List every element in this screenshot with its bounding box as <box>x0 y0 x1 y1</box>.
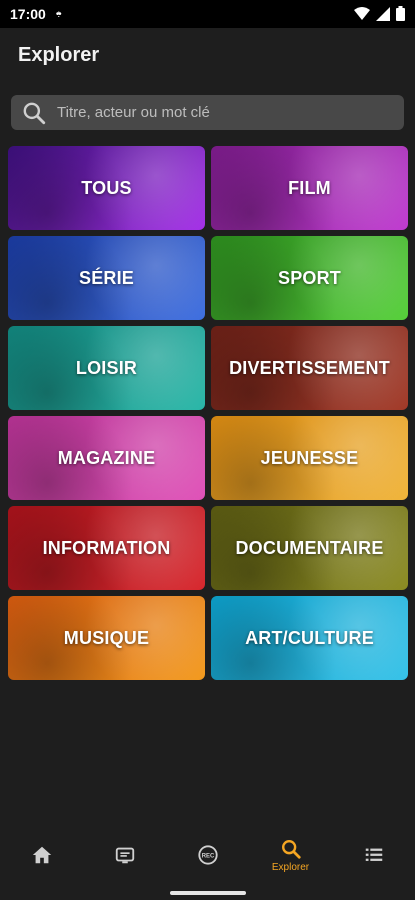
tv-guide-icon <box>115 847 134 864</box>
bottom-nav: REC Explorer <box>0 830 415 882</box>
category-label: MUSIQUE <box>63 627 150 648</box>
category-label: INFORMATION <box>42 537 171 558</box>
category-tile[interactable]: ART/CULTURE <box>211 596 408 680</box>
category-tile[interactable]: FILM <box>211 146 408 230</box>
category-label: MAGAZINE <box>57 447 156 468</box>
category-tile[interactable]: JEUNESSE <box>211 416 408 500</box>
nav-label: Explorer <box>271 862 310 873</box>
nav-item-home[interactable] <box>12 830 72 866</box>
svg-text:REC: REC <box>201 853 214 859</box>
category-grid: TOUS FILM SÉRIE SPORT LOISIR DIVERTISSEMENT MA… <box>8 146 408 680</box>
category-label: DOCUMENTAIRE <box>235 537 384 558</box>
home-icon <box>32 846 51 864</box>
category-tile[interactable]: DOCUMENTAIRE <box>211 506 408 590</box>
explorer-screen: 17:00 •:• Explorer TOUS FILM SÉRIE SPORT LOI… <box>0 0 415 900</box>
wifi-icon <box>354 6 370 20</box>
notification-icon: •:• <box>55 8 62 20</box>
search-bar[interactable] <box>11 95 404 130</box>
category-label: SPORT <box>277 267 341 288</box>
category-tile[interactable]: TOUS <box>8 146 205 230</box>
status-time: 17:00 <box>10 6 46 22</box>
category-tile[interactable]: SÉRIE <box>8 236 205 320</box>
search-input[interactable] <box>55 103 379 122</box>
category-label: LOISIR <box>75 357 138 378</box>
category-label: ART/CULTURE <box>245 627 374 648</box>
battery-icon <box>396 6 405 21</box>
category-label: JEUNESSE <box>260 447 359 468</box>
category-tile[interactable]: MAGAZINE <box>8 416 205 500</box>
search-icon <box>23 102 46 124</box>
category-tile[interactable]: INFORMATION <box>8 506 205 590</box>
category-tile[interactable]: LOISIR <box>8 326 205 410</box>
nav-item-search[interactable]: Explorer <box>261 830 321 873</box>
nav-item-list[interactable] <box>344 830 404 866</box>
signal-icon <box>376 6 390 21</box>
list-icon <box>365 848 382 861</box>
category-tile[interactable]: DIVERTISSEMENT <box>211 326 408 410</box>
nav-item-rec[interactable]: REC <box>178 830 238 866</box>
status-bar: 17:00 •:• <box>0 0 415 28</box>
home-indicator[interactable] <box>170 891 246 895</box>
page-title: Explorer <box>18 44 100 66</box>
rec-icon: REC <box>197 845 218 865</box>
category-label: SÉRIE <box>78 267 135 288</box>
category-label: DIVERTISSEMENT <box>229 357 390 378</box>
category-tile[interactable]: SPORT <box>211 236 408 320</box>
category-label: TOUS <box>81 177 132 198</box>
category-tile[interactable]: MUSIQUE <box>8 596 205 680</box>
status-icons <box>354 6 405 21</box>
nav-item-tv-guide[interactable] <box>95 830 155 866</box>
search-icon <box>281 840 301 859</box>
category-label: FILM <box>288 177 331 198</box>
